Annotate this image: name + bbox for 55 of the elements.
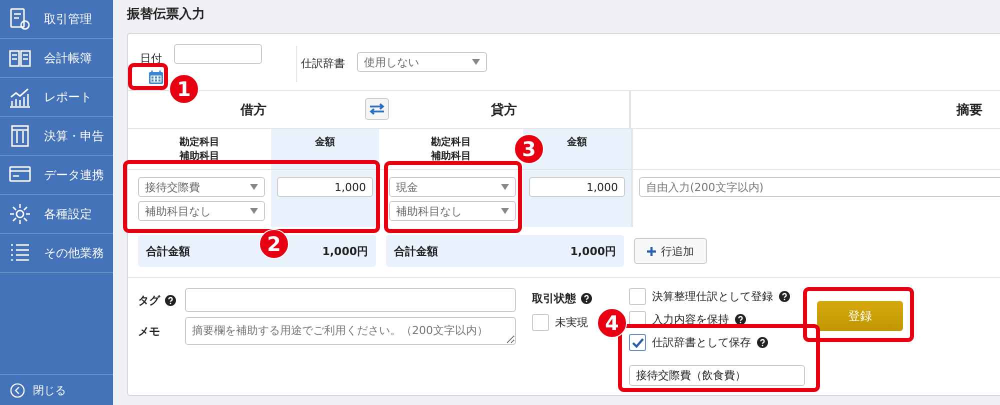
checkbox-label: 決算整理仕訳として登録 bbox=[652, 289, 773, 304]
caret-icon bbox=[501, 208, 509, 214]
column-heading: 補助科目 bbox=[180, 150, 220, 163]
debit-heading: 借方 bbox=[240, 102, 266, 118]
checkbox[interactable] bbox=[629, 334, 646, 351]
column-heading: 勘定科目 bbox=[431, 135, 471, 149]
chevron-circle-icon bbox=[10, 382, 25, 398]
column-heading: 金額 bbox=[315, 136, 335, 149]
credit-heading: 貸方 bbox=[491, 102, 517, 118]
memo-field[interactable]: 摘要欄を補助する用途でご利用ください。（200文字以内） bbox=[185, 317, 516, 345]
add-row-button[interactable]: 行追加 bbox=[634, 238, 707, 264]
description-heading: 摘要 bbox=[956, 102, 982, 118]
help-icon[interactable] bbox=[779, 291, 790, 302]
highlight-frame bbox=[128, 63, 168, 90]
account-select[interactable]: 接待交際費 bbox=[138, 177, 265, 197]
account-select[interactable]: 現金 bbox=[389, 177, 516, 197]
checkbox[interactable] bbox=[629, 288, 646, 305]
column-heading: 金額 bbox=[567, 136, 587, 149]
calendar-icon[interactable] bbox=[148, 69, 164, 85]
total-label: 合計金額 bbox=[146, 244, 190, 258]
dictionary-name-field[interactable]: 接待交際費（飲食費） bbox=[629, 365, 805, 386]
amount-field[interactable]: 1,000 bbox=[277, 177, 373, 197]
checkbox[interactable] bbox=[532, 314, 549, 331]
dictionary-select[interactable]: 使用しない bbox=[357, 52, 487, 72]
total-amount: 1,000円 bbox=[570, 244, 616, 258]
caret-icon bbox=[250, 208, 258, 214]
help-icon[interactable] bbox=[735, 314, 746, 325]
caret-icon bbox=[472, 59, 480, 65]
sub-account-select[interactable]: 補助科目なし bbox=[138, 201, 265, 221]
help-icon[interactable] bbox=[165, 294, 176, 306]
swap-icon bbox=[369, 103, 385, 115]
help-icon[interactable] bbox=[581, 293, 592, 304]
total-amount: 1,000円 bbox=[322, 244, 368, 258]
page-title: 振替伝票入力 bbox=[127, 6, 206, 24]
description-field[interactable]: 自由入力(200文字以内) bbox=[639, 177, 1000, 197]
plus-icon bbox=[647, 246, 656, 256]
total-label: 合計金額 bbox=[394, 244, 438, 258]
checkbox-label: 未実現 bbox=[555, 315, 588, 330]
amount-field[interactable]: 1,000 bbox=[529, 177, 625, 197]
column-heading: 勘定科目 bbox=[180, 135, 220, 149]
tag-label: タグ bbox=[138, 292, 160, 308]
tag-field[interactable] bbox=[185, 288, 516, 312]
help-icon[interactable] bbox=[757, 337, 768, 348]
date-field[interactable] bbox=[174, 44, 262, 64]
sub-account-select[interactable]: 補助科目なし bbox=[389, 201, 516, 221]
dictionary-label: 仕訳辞書 bbox=[301, 56, 345, 71]
checkbox-label: 仕訳辞書として保存 bbox=[652, 335, 751, 350]
column-heading: 補助科目 bbox=[431, 150, 471, 163]
date-label: 日付 bbox=[140, 51, 163, 66]
gear-icon bbox=[8, 202, 32, 226]
caret-icon bbox=[501, 184, 509, 190]
swap-button[interactable] bbox=[365, 98, 389, 120]
memo-label: メモ bbox=[138, 324, 160, 338]
caret-icon bbox=[250, 184, 258, 190]
status-label: 取引状態 bbox=[532, 291, 576, 306]
